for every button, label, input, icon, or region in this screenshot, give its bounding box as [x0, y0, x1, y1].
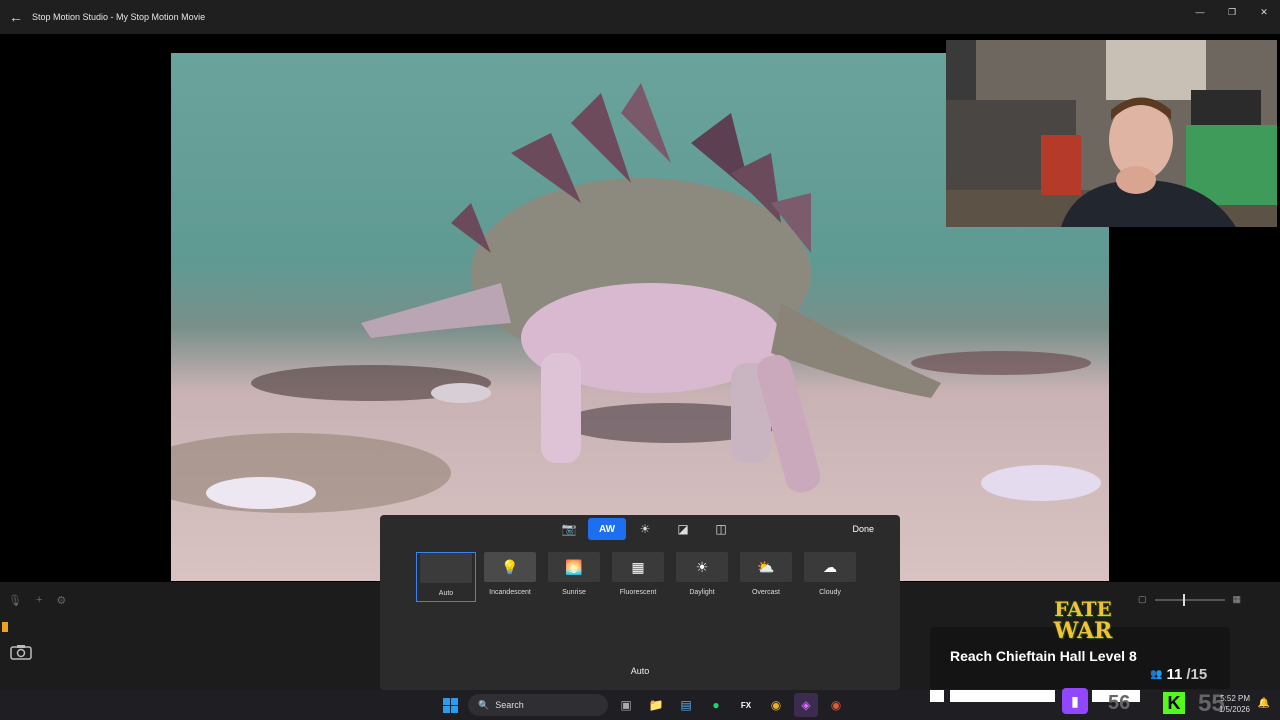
- system-clock[interactable]: 5:52 PM 1/5/2026: [1219, 693, 1250, 715]
- fate-war-logo: FATE WAR: [1053, 597, 1113, 644]
- preset-label: Cloudy: [819, 589, 841, 596]
- overlay-progress-left: [930, 690, 944, 702]
- daylight-icon: ☀: [676, 552, 728, 582]
- incandescent-icon: 💡: [484, 552, 536, 582]
- close-button[interactable]: ✕: [1248, 0, 1280, 24]
- preset-auto[interactable]: Auto: [416, 552, 476, 602]
- timeline-toolbar: 🎙 + ⚙: [8, 594, 66, 607]
- camera-icon[interactable]: 📷: [550, 518, 588, 540]
- tool-tabs: 📷 AW ☀ ◪ ◫: [550, 518, 740, 540]
- zoom-slider[interactable]: [1154, 593, 1225, 606]
- auto-preset-thumb: [420, 553, 472, 583]
- search-icon: 🔍: [478, 699, 490, 710]
- goal-total: /15: [1186, 666, 1208, 683]
- preset-cloudy[interactable]: ☁ Cloudy: [800, 552, 860, 602]
- view-controls: ▢ ▦: [1138, 593, 1242, 606]
- mirror-icon[interactable]: ◫: [702, 518, 740, 540]
- taskbar: 🔍 Search ▣ 📁 ▤ ● FX ◉ ◈ ◉: [0, 690, 1280, 720]
- preset-label: Fluorescent: [619, 589, 657, 596]
- webcam-overlay: [946, 40, 1277, 227]
- grid-icon[interactable]: ▦: [1233, 594, 1242, 605]
- settings-icon[interactable]: ⚙: [56, 594, 66, 607]
- file-explorer-icon[interactable]: 📁: [644, 693, 668, 717]
- notification-bell-icon[interactable]: 🔔: [1258, 698, 1270, 709]
- taskbar-search[interactable]: 🔍 Search: [468, 694, 608, 716]
- preset-sunrise[interactable]: 🌅 Sunrise: [544, 552, 604, 602]
- goal-text: Reach Chieftain Hall Level 8: [950, 648, 1137, 664]
- cloudy-icon: ☁: [804, 552, 856, 582]
- preset-incandescent[interactable]: 💡 Incandescent: [480, 552, 540, 602]
- fluorescent-icon: ▦: [612, 552, 664, 582]
- goal-current: 11: [1166, 666, 1183, 683]
- spotify-icon[interactable]: ●: [704, 693, 728, 717]
- title-bar: ← Stop Motion Studio - My Stop Motion Mo…: [0, 0, 1280, 34]
- capture-camera-icon[interactable]: [10, 644, 36, 662]
- chrome-icon[interactable]: ◉: [764, 693, 788, 717]
- brightness-icon[interactable]: ☀: [626, 518, 664, 540]
- webcam-image: [946, 40, 1277, 227]
- preset-overcast[interactable]: ⛅ Overcast: [736, 552, 796, 602]
- timeline: 🎙 + ⚙: [0, 582, 380, 688]
- overlay-progress-mid: [950, 690, 1055, 702]
- add-icon[interactable]: +: [36, 594, 42, 607]
- kick-icon: K: [1163, 692, 1185, 714]
- preset-label: Sunrise: [562, 589, 586, 596]
- search-placeholder: Search: [495, 700, 524, 710]
- preset-label: Daylight: [689, 589, 715, 596]
- preset-label: Overcast: [751, 589, 780, 596]
- twitch-icon: ▮: [1062, 688, 1088, 714]
- stop-motion-app-icon[interactable]: ◈: [794, 693, 818, 717]
- layers-icon[interactable]: ▢: [1138, 594, 1147, 605]
- window-controls: — ❐ ✕: [1184, 0, 1280, 24]
- clock-time: 5:52 PM: [1220, 694, 1250, 703]
- done-button[interactable]: Done: [852, 524, 874, 534]
- overcast-icon: ⛅: [740, 552, 792, 582]
- goal-count: 👥 11/15: [1150, 666, 1207, 683]
- clock-date: 1/5/2026: [1218, 705, 1250, 714]
- minimize-button[interactable]: —: [1184, 0, 1216, 24]
- people-icon: 👥: [1150, 669, 1163, 680]
- taskbar-items: 🔍 Search ▣ 📁 ▤ ● FX ◉ ◈ ◉: [438, 693, 848, 717]
- microphone-icon[interactable]: 🎙: [8, 594, 22, 607]
- start-icon[interactable]: [438, 693, 462, 717]
- white-balance-panel: 📷 AW ☀ ◪ ◫ Done Auto 💡 Incandescent 🌅 Su…: [380, 515, 900, 690]
- notepad-icon[interactable]: ▤: [674, 693, 698, 717]
- white-balance-icon[interactable]: AW: [588, 518, 626, 540]
- twitch-count: 56: [1108, 692, 1131, 714]
- task-view-icon[interactable]: ▣: [614, 693, 638, 717]
- sunrise-icon: 🌅: [548, 552, 600, 582]
- chrome-alt-icon[interactable]: ◉: [824, 693, 848, 717]
- hudfx-icon[interactable]: FX: [734, 693, 758, 717]
- back-arrow-icon[interactable]: ←: [0, 0, 32, 34]
- playhead-marker[interactable]: [2, 622, 8, 632]
- exposure-icon[interactable]: ◪: [664, 518, 702, 540]
- preset-fluorescent[interactable]: ▦ Fluorescent: [608, 552, 668, 602]
- preset-label: Incandescent: [489, 589, 531, 596]
- white-balance-presets: Auto 💡 Incandescent 🌅 Sunrise ▦ Fluoresc…: [416, 552, 860, 602]
- current-mode-label: Auto: [630, 666, 650, 676]
- window-title: Stop Motion Studio - My Stop Motion Movi…: [32, 12, 206, 22]
- maximize-button[interactable]: ❐: [1216, 0, 1248, 24]
- zoom-slider-knob[interactable]: [1182, 593, 1185, 606]
- preset-label: Auto: [438, 590, 454, 597]
- preset-daylight[interactable]: ☀ Daylight: [672, 552, 732, 602]
